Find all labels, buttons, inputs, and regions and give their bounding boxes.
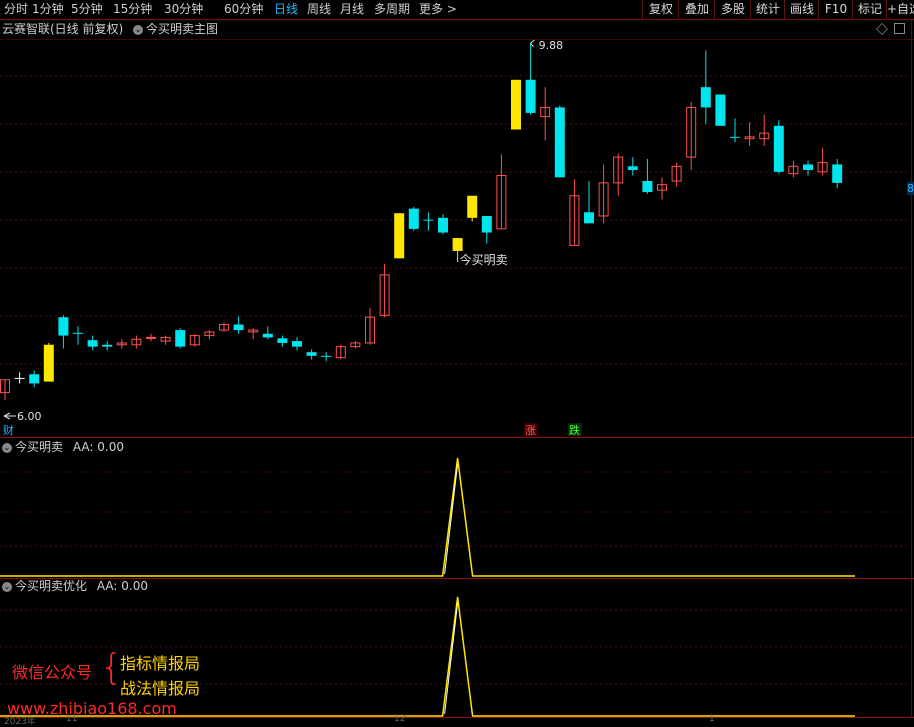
low-price-label: 6.00 bbox=[17, 410, 42, 423]
candle-body-43 bbox=[627, 166, 638, 170]
candle-body-44 bbox=[642, 181, 653, 193]
candle-body-29 bbox=[423, 219, 434, 221]
axis-label-1: 1 bbox=[709, 714, 715, 724]
watermark-left: 微信公众号 bbox=[12, 663, 93, 682]
candle-body-32 bbox=[467, 195, 478, 218]
candle-body-21 bbox=[306, 352, 317, 356]
panel2-value: AA: 0.00 bbox=[96, 579, 148, 593]
panel1-chevron-icon[interactable]: ⌄ bbox=[2, 442, 12, 453]
candle-body-49 bbox=[715, 94, 726, 126]
candle-body-22 bbox=[321, 355, 332, 357]
candle-body-3 bbox=[43, 344, 54, 382]
candle-body-10 bbox=[146, 336, 156, 339]
candle-body-7 bbox=[102, 344, 113, 347]
panel2-title: ⌄ 今买明卖优化 AA: 0.00 bbox=[2, 579, 148, 593]
candle-body-31 bbox=[452, 238, 463, 251]
candle-body-2 bbox=[29, 374, 40, 384]
axis-label-11: 11 bbox=[66, 714, 78, 724]
right-border bbox=[911, 20, 912, 717]
price-edge-label: 8 bbox=[907, 182, 914, 195]
candle-body-50 bbox=[730, 136, 740, 138]
candle-body-57 bbox=[832, 164, 843, 183]
panel1-title: ⌄ 今买明卖 AA: 0.00 bbox=[2, 440, 124, 454]
low-arrow bbox=[3, 412, 16, 420]
candle-body-27 bbox=[394, 213, 405, 259]
panel2-chevron-icon[interactable]: ⌄ bbox=[2, 581, 12, 592]
candle-body-53 bbox=[773, 125, 784, 172]
main-top-line bbox=[0, 39, 914, 40]
candle-body-55 bbox=[803, 164, 813, 170]
panel2-series-inner-line bbox=[444, 602, 459, 715]
chart-canvas: 9.886.00今买明卖财涨跌 bbox=[0, 20, 914, 718]
marker-cai: 财 bbox=[3, 423, 14, 437]
axis-label-12: 12 bbox=[394, 714, 406, 724]
indicator-chevron-icon[interactable]: ⌄ bbox=[133, 24, 144, 35]
candle-body-48 bbox=[700, 87, 711, 108]
watermark-right2: 战法情报局 bbox=[120, 679, 201, 698]
candle-body-40 bbox=[584, 212, 594, 224]
candle-body-36 bbox=[525, 79, 536, 113]
candle-body-12 bbox=[175, 330, 186, 347]
candle-body-16 bbox=[233, 324, 244, 331]
panel1-indicator-name[interactable]: 今买明卖 bbox=[15, 440, 63, 454]
panel1-series-line bbox=[0, 457, 855, 577]
high-arrow bbox=[530, 39, 535, 48]
high-price-label: 9.88 bbox=[539, 39, 564, 52]
panel1-value: AA: 0.00 bbox=[72, 440, 124, 454]
candle-body-18 bbox=[262, 333, 273, 338]
candle-body-20 bbox=[292, 341, 302, 347]
signal-text: 今买明卖 bbox=[460, 252, 508, 267]
maximize-icon[interactable] bbox=[894, 23, 905, 34]
stock-name: 云赛智联(日线 前复权) bbox=[2, 22, 124, 36]
candle-body-33 bbox=[481, 215, 492, 233]
candle-body-1 bbox=[14, 377, 25, 379]
candle-body-6 bbox=[87, 340, 98, 347]
axis-label-year: 2023年 bbox=[4, 717, 36, 727]
candle-body-4 bbox=[58, 317, 69, 336]
panel1-series-inner-line bbox=[444, 463, 459, 575]
marker-die: 跌 bbox=[569, 423, 580, 437]
candle-body-38 bbox=[554, 107, 565, 178]
marker-zhang: 涨 bbox=[525, 424, 536, 437]
candle-body-19 bbox=[277, 338, 288, 343]
panel2-indicator-name[interactable]: 今买明卖优化 bbox=[15, 579, 87, 593]
candle-body-5 bbox=[73, 332, 83, 334]
candle-body-28 bbox=[408, 208, 419, 229]
watermark-right1: 指标情报局 bbox=[120, 654, 201, 673]
candle-body-35 bbox=[511, 79, 521, 130]
candle-body-30 bbox=[438, 217, 448, 233]
main-panel-title: 云赛智联(日线 前复权) ⌄ 今买明卖主图 bbox=[2, 22, 218, 36]
panel-divider-1 bbox=[0, 437, 914, 438]
main-indicator-name[interactable]: 今买明卖主图 bbox=[146, 22, 218, 36]
